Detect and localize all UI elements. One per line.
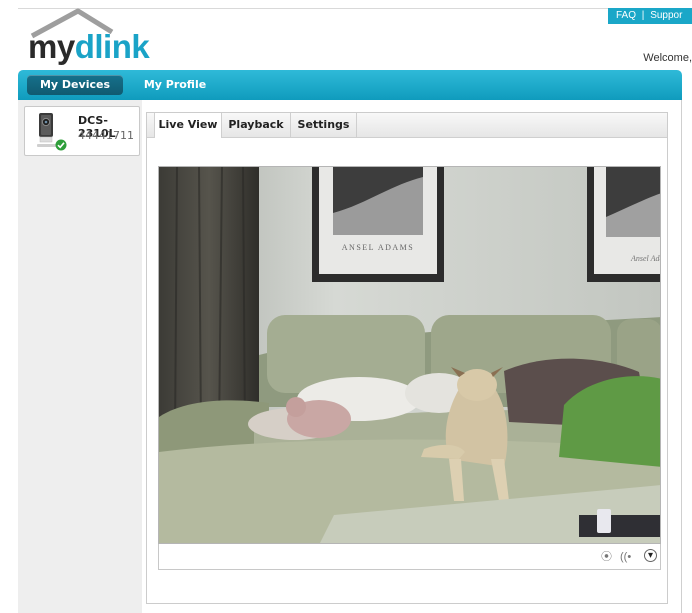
poster-left-caption: ANSEL ADAMS <box>342 243 414 252</box>
tab-my-devices[interactable]: My Devices <box>27 75 123 95</box>
device-sidebar <box>18 100 142 613</box>
record-icon[interactable]: ⦿ <box>601 551 612 563</box>
device-panel: Live View Playback Settings ANSEL ADAMS … <box>146 112 668 604</box>
tab-live-view[interactable]: Live View <box>154 113 222 138</box>
panel-tabs: Live View Playback Settings <box>147 113 667 138</box>
welcome-text: Welcome, <box>643 52 692 64</box>
video-frame: ANSEL ADAMS Ansel Adams <box>159 167 661 543</box>
device-list-item[interactable]: DCS-2310L 44441711 <box>24 106 140 156</box>
video-controls: ⦿ ((• ▾ <box>158 544 661 570</box>
poster-right: Ansel Adams <box>587 167 661 282</box>
link-separator: | <box>641 10 645 21</box>
help-links: FAQ | Suppor <box>608 8 692 24</box>
poster-left: ANSEL ADAMS <box>312 167 444 282</box>
tab-settings[interactable]: Settings <box>291 113 357 137</box>
tab-playback[interactable]: Playback <box>222 113 291 137</box>
main-nav: My Devices My Profile <box>18 70 682 100</box>
mydlink-logo[interactable]: mydlink <box>26 8 166 68</box>
audio-icon[interactable]: ((• <box>620 551 631 563</box>
status-online-icon <box>55 139 67 151</box>
device-id: 44441711 <box>78 129 134 142</box>
live-video-view[interactable]: ANSEL ADAMS Ansel Adams <box>158 166 661 544</box>
dropdown-icon[interactable]: ▾ <box>644 549 657 562</box>
support-link[interactable]: Suppor <box>650 10 682 21</box>
tab-my-profile[interactable]: My Profile <box>140 75 210 95</box>
poster-right-caption: Ansel Adams <box>630 254 661 263</box>
logo-text: mydlink <box>28 28 150 65</box>
faq-link[interactable]: FAQ <box>616 10 636 21</box>
